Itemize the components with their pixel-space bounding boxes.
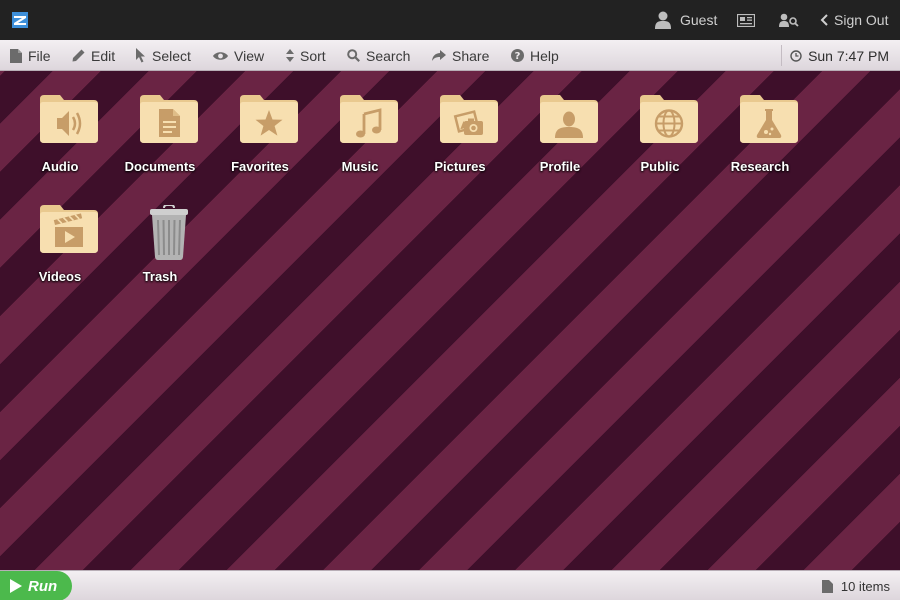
icon-label: Audio	[41, 159, 79, 174]
play-icon	[10, 579, 22, 593]
icon-label: Videos	[38, 269, 82, 284]
file-icon	[10, 48, 22, 63]
menu-select[interactable]: Select	[136, 40, 191, 71]
app-logo-icon[interactable]	[12, 12, 28, 28]
desktop-icon-research[interactable]: Research	[710, 71, 810, 174]
desktop-icon-documents[interactable]: Documents	[110, 71, 210, 174]
desktop-icon-public[interactable]: Public	[610, 71, 710, 174]
folder-research-icon	[740, 95, 798, 143]
chevron-left-icon	[820, 14, 828, 26]
menu-bar: File Edit Select View Sort Search Share …	[0, 40, 900, 71]
folder-audio-icon	[40, 95, 98, 143]
clock[interactable]: Sun 7:47 PM	[790, 40, 889, 71]
desktop[interactable]: Audio Documents Favorites Music Pictures…	[0, 71, 900, 570]
icon-label: Trash	[142, 269, 178, 284]
desktop-icon-trash[interactable]: Trash	[110, 181, 210, 284]
menu-edit[interactable]: Edit	[72, 40, 115, 71]
status-area: 10 items	[821, 571, 890, 600]
icon-label: Pictures	[434, 159, 486, 174]
svg-text:?: ?	[515, 51, 521, 62]
desktop-icon-audio[interactable]: Audio	[10, 71, 110, 174]
run-button[interactable]: Run	[0, 571, 72, 600]
menu-divider	[781, 45, 782, 66]
menu-view-label: View	[234, 47, 265, 64]
user-icon	[655, 11, 671, 29]
folder-public-icon	[640, 95, 698, 143]
menu-search-label: Search	[366, 47, 411, 64]
menu-search[interactable]: Search	[347, 40, 410, 71]
icon-label: Profile	[539, 159, 581, 174]
trash-icon	[150, 205, 188, 260]
sign-out-label: Sign Out	[834, 12, 889, 28]
menu-share[interactable]: Share	[432, 40, 489, 71]
desktop-icon-favorites[interactable]: Favorites	[210, 71, 310, 174]
id-card-icon	[737, 13, 755, 27]
icon-label: Documents	[124, 159, 196, 174]
icon-label: Public	[640, 159, 680, 174]
desktop-icon-pictures[interactable]: Pictures	[410, 71, 510, 174]
user-search-button[interactable]	[779, 0, 799, 40]
top-bar: Guest Sign Out	[0, 0, 900, 40]
folder-favorites-icon	[240, 95, 298, 143]
folder-documents-icon	[140, 95, 198, 143]
menu-share-label: Share	[452, 47, 490, 64]
menu-select-label: Select	[152, 47, 191, 64]
icon-label: Favorites	[231, 159, 289, 174]
menu-file-label: File	[28, 47, 51, 64]
share-icon	[432, 49, 446, 62]
user-menu[interactable]: Guest	[655, 0, 717, 40]
menu-help[interactable]: ? Help	[511, 40, 559, 71]
icon-label: Research	[730, 159, 790, 174]
item-count: 10 items	[840, 578, 890, 594]
run-label: Run	[28, 577, 58, 595]
desktop-icon-profile[interactable]: Profile	[510, 71, 610, 174]
icon-label: Music	[341, 159, 379, 174]
eye-icon	[213, 51, 228, 61]
user-name: Guest	[680, 12, 718, 28]
bottom-bar: Run 10 items	[0, 570, 900, 600]
menu-file[interactable]: File	[10, 40, 51, 71]
sign-out-button[interactable]: Sign Out	[820, 0, 888, 40]
id-card-button[interactable]	[737, 0, 755, 40]
folder-pictures-icon	[440, 95, 498, 143]
help-icon: ?	[511, 49, 524, 62]
file-icon	[821, 579, 833, 593]
desktop-icon-videos[interactable]: Videos	[10, 181, 110, 284]
clock-text: Sun 7:47 PM	[808, 47, 889, 64]
folder-videos-icon	[40, 205, 98, 253]
menu-edit-label: Edit	[91, 47, 116, 64]
menu-sort-label: Sort	[300, 47, 326, 64]
desktop-icon-music[interactable]: Music	[310, 71, 410, 174]
search-icon	[347, 49, 360, 62]
menu-sort[interactable]: Sort	[286, 40, 326, 71]
folder-music-icon	[340, 95, 398, 143]
sort-icon	[286, 49, 294, 62]
clock-icon	[790, 49, 802, 62]
menu-help-label: Help	[530, 47, 559, 64]
folder-profile-icon	[540, 95, 598, 143]
user-search-icon	[779, 13, 799, 27]
pencil-icon	[72, 49, 85, 62]
cursor-icon	[136, 48, 146, 63]
menu-view[interactable]: View	[213, 40, 264, 71]
